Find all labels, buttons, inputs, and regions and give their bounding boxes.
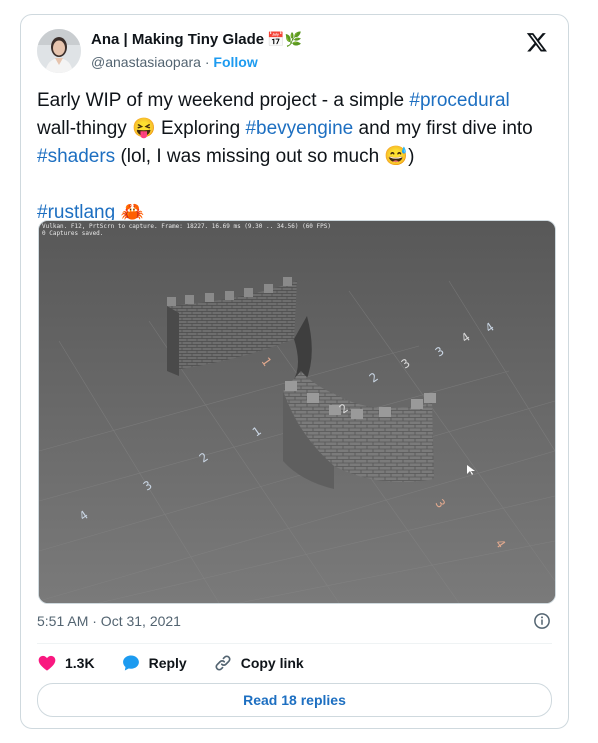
tweet-media-image[interactable]: Vulkan. F12, PrtScrn to capture. Frame: … bbox=[38, 220, 556, 604]
hud-line-2: 0 Captures saved. bbox=[42, 230, 103, 237]
tweet-text: Early WIP of my weekend project - a simp… bbox=[37, 87, 547, 227]
follow-button[interactable]: Follow bbox=[213, 54, 257, 70]
hashtag-procedural[interactable]: #procedural bbox=[409, 90, 509, 111]
like-count: 1.3K bbox=[65, 655, 95, 671]
tweet-card: Ana | Making Tiny Glade 📅🌿 @anastasiaopar… bbox=[20, 14, 569, 729]
tweet-text-segment: and my first dive into bbox=[353, 118, 533, 139]
read-replies-button[interactable]: Read 18 replies bbox=[37, 683, 552, 717]
reply-bubble-icon bbox=[122, 655, 139, 671]
info-icon[interactable] bbox=[533, 612, 551, 630]
tweet-text-segment: Early WIP of my weekend project - a simp… bbox=[37, 90, 410, 111]
tweet-timestamp[interactable]: 5:51 AM · Oct 31, 2021 bbox=[37, 613, 181, 629]
hashtag-bevyengine[interactable]: #bevyengine bbox=[245, 118, 353, 139]
author-display-name[interactable]: Ana | Making Tiny Glade bbox=[91, 31, 264, 48]
divider bbox=[37, 643, 552, 644]
x-logo-icon[interactable] bbox=[526, 31, 548, 53]
reply-button[interactable]: Reply bbox=[121, 653, 187, 673]
hud-line-1: Vulkan. F12, PrtScrn to capture. Frame: … bbox=[42, 223, 331, 230]
name-emojis: 📅🌿 bbox=[267, 31, 302, 47]
author-handle[interactable]: @anastasiaopara bbox=[91, 54, 201, 70]
copy-link-label: Copy link bbox=[240, 655, 304, 671]
heart-icon bbox=[38, 655, 56, 671]
author-name-row[interactable]: Ana | Making Tiny Glade 📅🌿 bbox=[91, 31, 302, 48]
copy-link-button[interactable]: Copy link bbox=[213, 653, 304, 673]
tweet-text-segments: Early WIP of my weekend project - a simp… bbox=[37, 90, 533, 167]
link-icon bbox=[215, 655, 231, 671]
handle-separator: · bbox=[204, 54, 210, 70]
action-bar: 1.3K Reply Copy link bbox=[37, 653, 330, 673]
hashtag-shaders[interactable]: #shaders bbox=[37, 146, 115, 167]
tweet-text-segment: (lol, I was missing out so much 😅) bbox=[115, 146, 415, 167]
render-scene: Vulkan. F12, PrtScrn to capture. Frame: … bbox=[39, 221, 555, 603]
tweet-text-segment: wall-thingy 😝 Exploring bbox=[37, 118, 246, 139]
avatar[interactable] bbox=[37, 29, 81, 73]
reply-label: Reply bbox=[148, 655, 187, 671]
like-button[interactable]: 1.3K bbox=[37, 653, 95, 673]
handle-row: @anastasiaopara · Follow bbox=[91, 54, 258, 70]
